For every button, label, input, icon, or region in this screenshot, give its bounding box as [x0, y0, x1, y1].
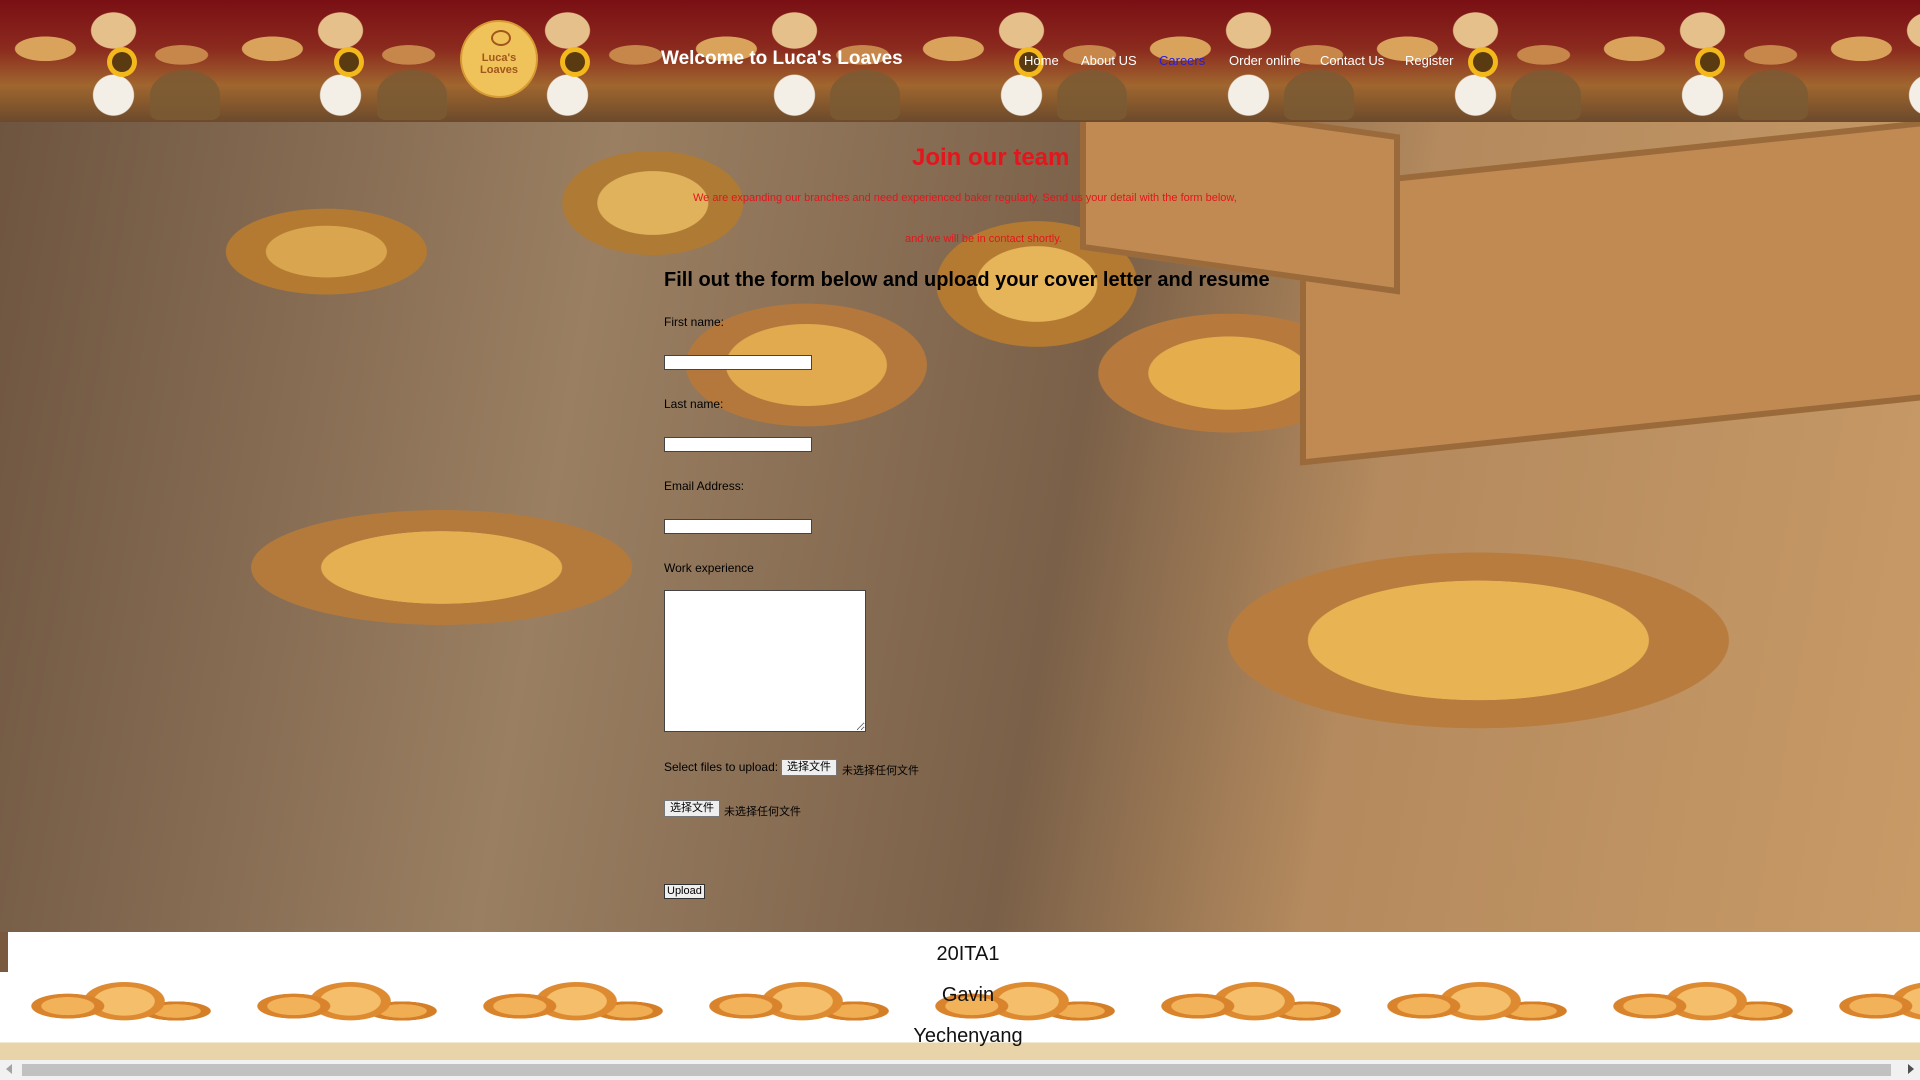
- footer-class-code: 20ITA1: [936, 943, 1000, 965]
- first-name-field[interactable]: [664, 355, 812, 370]
- header-basket-decoration: [1511, 70, 1581, 120]
- logo-text: Luca's Loaves: [480, 52, 518, 76]
- upload-button[interactable]: Upload: [664, 884, 705, 899]
- site-header: Luca's Loaves Welcome to Luca's Loaves H…: [0, 0, 1920, 122]
- header-basket-decoration: [1284, 70, 1354, 120]
- sunflower-icon: [1700, 52, 1720, 72]
- join-title: Join our team: [912, 144, 1070, 171]
- resume-file-status: 未选择任何文件: [724, 806, 801, 818]
- page: Luca's Loaves Welcome to Luca's Loaves H…: [0, 0, 1920, 1080]
- site-footer: 20ITA1 Gavin Yechenyang: [0, 932, 1920, 1060]
- intro-text: We are expanding our branches and need e…: [693, 192, 1237, 204]
- footer-author-last: Yechenyang: [913, 1025, 1023, 1047]
- header-basket-decoration: [1057, 70, 1127, 120]
- sunflower-icon: [339, 52, 359, 72]
- header-basket-decoration: [1738, 70, 1808, 120]
- site-title: Welcome to Luca's Loaves: [661, 48, 903, 69]
- form-heading: Fill out the form below and upload your …: [664, 269, 1270, 291]
- careers-section: Join our team We are expanding our branc…: [0, 122, 1920, 932]
- select-files-label: Select files to upload:: [664, 760, 779, 774]
- work-experience-label: Work experience: [664, 561, 754, 575]
- sunflower-icon: [565, 52, 585, 72]
- sunflower-icon: [1473, 52, 1493, 72]
- cover-letter-file-status: 未选择任何文件: [842, 765, 919, 777]
- first-name-label: First name:: [664, 315, 725, 329]
- nav-careers[interactable]: Careers: [1159, 53, 1205, 68]
- site-logo[interactable]: Luca's Loaves: [460, 20, 538, 98]
- header-basket-decoration: [830, 70, 900, 120]
- header-basket-decoration: [150, 70, 220, 120]
- header-basket-decoration: [377, 70, 447, 120]
- intro-text: and we will be in contact shortly.: [905, 233, 1062, 245]
- nav-register[interactable]: Register: [1405, 53, 1453, 68]
- nav-order-online[interactable]: Order online: [1229, 53, 1301, 68]
- resume-file-button[interactable]: 选择文件: [664, 800, 720, 817]
- last-name-field[interactable]: [664, 437, 812, 452]
- email-label: Email Address:: [664, 479, 745, 493]
- pretzel-icon: [491, 30, 511, 46]
- scroll-right-icon[interactable]: [1908, 1064, 1914, 1074]
- scrollbar-thumb[interactable]: [22, 1064, 1891, 1076]
- email-field[interactable]: [664, 519, 812, 534]
- work-experience-textarea[interactable]: [664, 590, 866, 732]
- cover-letter-file-button[interactable]: 选择文件: [781, 759, 837, 776]
- scroll-left-icon[interactable]: [6, 1064, 12, 1074]
- sunflower-icon: [112, 52, 132, 72]
- nav-contact-us[interactable]: Contact Us: [1320, 53, 1384, 68]
- last-name-label: Last name:: [664, 397, 724, 411]
- nav-about-us[interactable]: About US: [1081, 53, 1137, 68]
- horizontal-scrollbar[interactable]: [0, 1060, 1920, 1080]
- footer-author-first: Gavin: [941, 984, 995, 1006]
- nav-home[interactable]: Home: [1024, 53, 1059, 68]
